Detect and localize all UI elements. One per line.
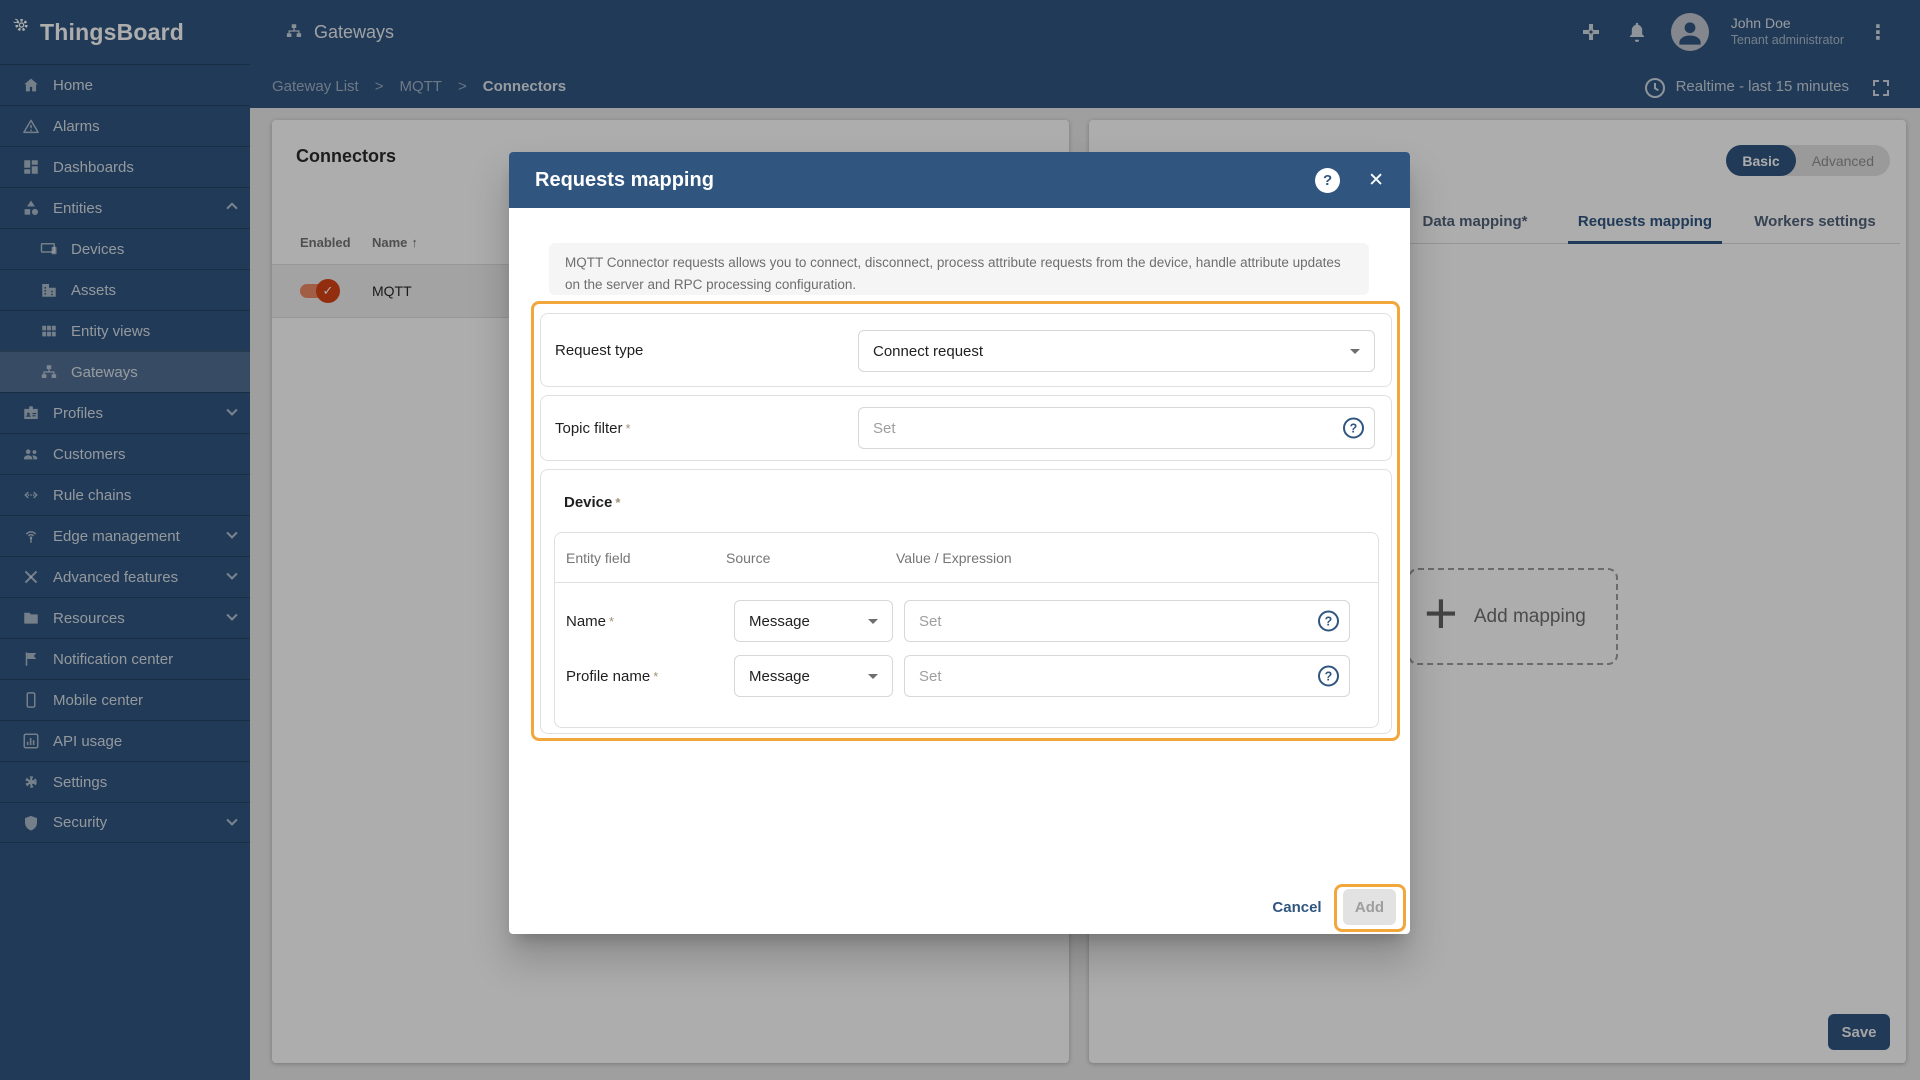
- topic-filter-card: Topic filter* ?: [540, 395, 1392, 461]
- field-help-icon[interactable]: ?: [1343, 417, 1364, 439]
- topic-filter-input[interactable]: [859, 408, 1374, 448]
- field-help-icon[interactable]: ?: [1318, 665, 1339, 687]
- dialog-description: MQTT Connector requests allows you to co…: [549, 243, 1369, 295]
- field-help-icon[interactable]: ?: [1318, 610, 1339, 632]
- request-type-value: Connect request: [873, 342, 984, 360]
- request-type-card: Request type Connect request: [540, 313, 1392, 387]
- thingsboard-app: ThingsBoard Home Alarms Dashboards Entit…: [0, 0, 1920, 1080]
- add-button[interactable]: Add: [1343, 889, 1396, 925]
- requests-mapping-dialog: Requests mapping ? ✕ MQTT Connector requ…: [509, 152, 1410, 934]
- device-table-header: Entity field Source Value / Expression: [555, 533, 1378, 583]
- dropdown-arrow-icon: [868, 618, 878, 624]
- name-value-field: ?: [904, 600, 1350, 642]
- request-type-select[interactable]: Connect request: [858, 330, 1375, 372]
- device-label: Device *: [564, 494, 621, 511]
- device-table: Entity field Source Value / Expression N…: [554, 532, 1379, 728]
- required-marker: *: [615, 495, 621, 510]
- name-row-label: Name *: [566, 613, 615, 630]
- cancel-button[interactable]: Cancel: [1267, 889, 1327, 925]
- name-source-select[interactable]: Message: [734, 600, 893, 642]
- required-marker: *: [653, 669, 659, 684]
- help-icon[interactable]: ?: [1315, 167, 1341, 193]
- profile-name-source-value: Message: [749, 667, 810, 685]
- dialog-title: Requests mapping: [535, 168, 714, 191]
- profile-name-source-select[interactable]: Message: [734, 655, 893, 697]
- dropdown-arrow-icon: [868, 673, 878, 679]
- profile-name-value-input[interactable]: [905, 656, 1349, 696]
- profile-name-value-field: ?: [904, 655, 1350, 697]
- topic-filter-label: Topic filter *: [555, 420, 631, 437]
- close-icon[interactable]: ✕: [1368, 169, 1384, 192]
- name-value-input[interactable]: [905, 601, 1349, 641]
- required-marker: *: [609, 614, 615, 629]
- request-type-label: Request type: [555, 342, 644, 359]
- dropdown-arrow-icon: [1350, 348, 1360, 354]
- column-source: Source: [726, 549, 771, 566]
- required-marker: *: [625, 421, 631, 436]
- dialog-header: Requests mapping ? ✕: [509, 152, 1410, 208]
- profile-name-row-label: Profile name *: [566, 668, 659, 685]
- topic-filter-field: ?: [858, 407, 1375, 449]
- column-value-expression: Value / Expression: [896, 549, 1012, 566]
- device-card: Device * Entity field Source Value / Expr…: [540, 469, 1392, 734]
- name-source-value: Message: [749, 612, 810, 630]
- column-entity-field: Entity field: [566, 549, 631, 566]
